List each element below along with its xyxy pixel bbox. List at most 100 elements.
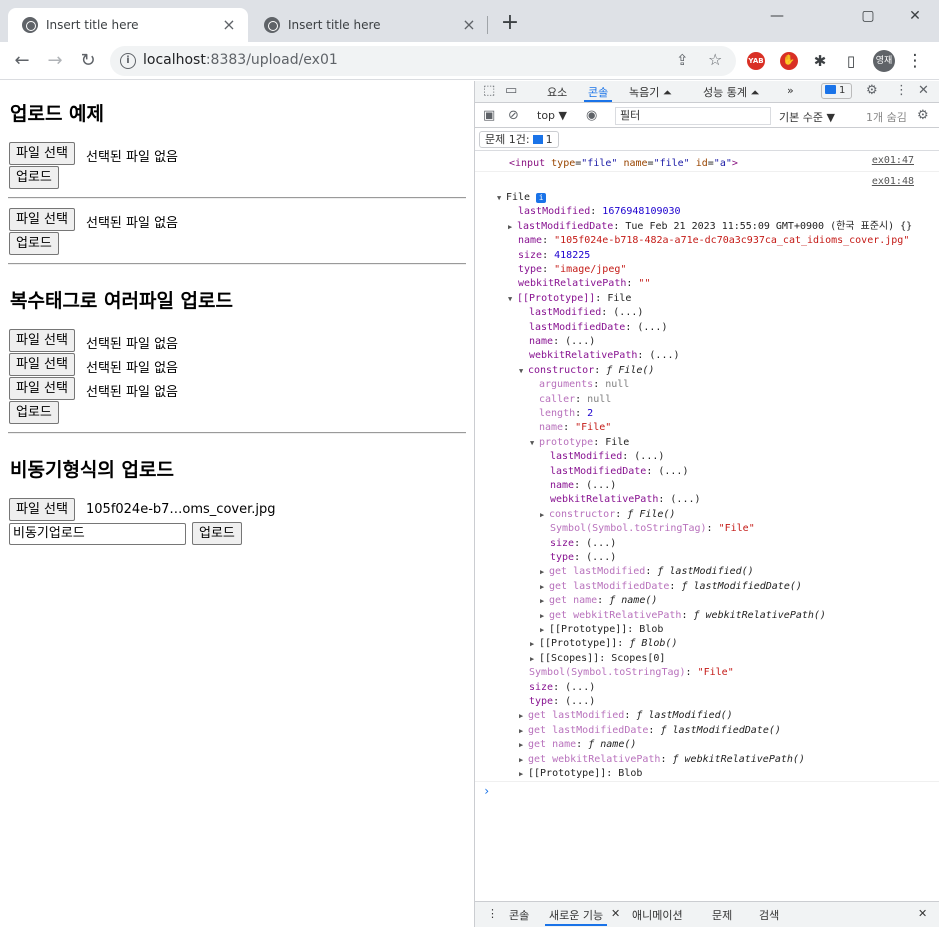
issues-badge-count: 1: [839, 85, 846, 96]
info-icon[interactable]: i: [120, 53, 136, 69]
drawer-menu-icon[interactable]: ⋮: [487, 907, 498, 920]
adblock-extension-icon[interactable]: ✋: [780, 52, 798, 70]
divider: [8, 197, 466, 199]
side-panel-icon[interactable]: ▯: [841, 51, 861, 71]
browser-toolbar: ← → ↻ i localhost:8383/upload/ex01 ⇪ ☆ Y…: [0, 42, 939, 80]
prop-row[interactable]: ▶ get name: ƒ name(): [519, 738, 636, 752]
file-select-button[interactable]: 파일 선택: [9, 353, 75, 376]
prop-row[interactable]: ▼ constructor: ƒ File(): [519, 364, 654, 378]
prop-row[interactable]: ▶ [[Prototype]]: ƒ Blob(): [530, 637, 677, 651]
prop-row: lastModified: (...): [529, 307, 644, 318]
profile-avatar[interactable]: 영재: [873, 50, 895, 72]
device-toolbar-icon[interactable]: ▭: [505, 83, 517, 98]
async-text-input[interactable]: 비동기업로드: [9, 523, 186, 545]
close-window-button[interactable]: ✕: [892, 4, 938, 28]
reload-button[interactable]: ↻: [76, 49, 100, 73]
close-devtools-icon[interactable]: ✕: [918, 83, 929, 98]
no-file-label: 선택된 파일 없음: [86, 385, 178, 400]
prop-row[interactable]: ▶ get lastModified: ƒ lastModified(): [519, 709, 733, 723]
clear-console-icon[interactable]: ⊘: [508, 108, 519, 123]
prop-row[interactable]: ▶ get lastModified: ƒ lastModified(): [540, 565, 754, 579]
console-object-file[interactable]: ▼ File i: [497, 191, 547, 205]
share-icon[interactable]: ⇪: [676, 51, 689, 69]
inspect-element-icon[interactable]: ⬚: [483, 83, 495, 98]
issues-badge[interactable]: 1: [821, 83, 852, 99]
prop-row[interactable]: ▶ [[Prototype]]: Blob: [519, 767, 642, 781]
settings-gear-icon[interactable]: ⚙: [866, 83, 878, 98]
file-select-button[interactable]: 파일 선택: [9, 329, 75, 352]
tab-recorder[interactable]: 녹음기 ⏶: [629, 84, 672, 100]
prop-row[interactable]: ▶ constructor: ƒ File(): [540, 508, 675, 522]
drawer-close-tab-icon[interactable]: ✕: [611, 907, 620, 920]
file-select-button[interactable]: 파일 선택: [9, 377, 75, 400]
upload-button[interactable]: 업로드: [9, 232, 59, 255]
tab-inactive[interactable]: Insert title here ×: [250, 8, 488, 42]
prop-row[interactable]: ▼ prototype: File: [530, 436, 629, 450]
context-selector[interactable]: top ▼: [537, 109, 567, 122]
prop-row[interactable]: ▶ get lastModifiedDate: ƒ lastModifiedDat…: [519, 724, 781, 738]
prop-row: arguments: null: [539, 379, 630, 390]
message-icon: [532, 135, 543, 144]
tab-active[interactable]: Insert title here ×: [8, 8, 248, 42]
console-prompt-icon[interactable]: ›: [483, 784, 490, 798]
close-drawer-icon[interactable]: ✕: [918, 907, 927, 920]
file-select-button[interactable]: 파일 선택: [9, 208, 75, 231]
upload-button[interactable]: 업로드: [9, 166, 59, 189]
no-file-label: 선택된 파일 없음: [86, 150, 178, 165]
url-host: localhost: [143, 52, 206, 68]
close-tab-icon[interactable]: ×: [460, 16, 478, 34]
restore-button[interactable]: ▢: [845, 4, 891, 28]
tab-elements[interactable]: 요소: [547, 84, 567, 100]
console-settings-icon[interactable]: ⚙: [917, 108, 929, 123]
extensions-puzzle-icon[interactable]: ✱: [810, 51, 830, 71]
drawer-tab-whats-new[interactable]: 새로운 기능: [544, 907, 608, 926]
yab-extension-icon[interactable]: YAB: [747, 52, 765, 70]
tab-console[interactable]: 콘솔: [583, 84, 613, 102]
prop-row[interactable]: ▶ [[Scopes]]: Scopes[0]: [530, 652, 665, 666]
issues-label: 문제 1건:: [485, 133, 530, 146]
console-log-input-element[interactable]: <input type="file" name="file" id="a">: [509, 157, 738, 170]
close-tab-icon[interactable]: ×: [220, 16, 238, 34]
minimize-button[interactable]: —: [754, 4, 800, 28]
drawer-tab-issues[interactable]: 문제: [712, 907, 732, 923]
prop-row[interactable]: ▶ [[Prototype]]: Blob: [540, 623, 663, 637]
drawer-tab-console[interactable]: 콘솔: [509, 907, 529, 923]
upload-button[interactable]: 업로드: [9, 401, 59, 424]
address-bar[interactable]: i localhost:8383/upload/ex01 ⇪ ☆: [110, 46, 736, 76]
drawer-tab-animations[interactable]: 애니메이션: [632, 907, 683, 923]
back-button[interactable]: ←: [10, 49, 34, 73]
log-levels-dropdown[interactable]: 기본 수준 ▼: [779, 109, 835, 125]
prop-row[interactable]: ▶ get lastModifiedDate: ƒ lastModifiedDat…: [540, 580, 802, 594]
browser-menu-icon[interactable]: ⋮: [905, 51, 925, 71]
new-tab-button[interactable]: +: [499, 12, 521, 34]
prop-row: type: (...): [550, 552, 617, 563]
prop-row[interactable]: ▼ [[Prototype]]: File: [508, 292, 631, 306]
prop-row[interactable]: ▶ get webkitRelativePath: ƒ webkitRelativ…: [519, 753, 805, 767]
prop-row[interactable]: ▶ lastModifiedDate: Tue Feb 21 2023 11:55…: [508, 220, 912, 234]
source-link[interactable]: ex01:47: [872, 155, 914, 166]
file-select-button[interactable]: 파일 선택: [9, 498, 75, 521]
prop-row: lastModifiedDate: (...): [529, 322, 668, 333]
async-upload-button[interactable]: 업로드: [192, 522, 242, 545]
sidebar-toggle-icon[interactable]: ▣: [483, 108, 495, 123]
tab-performance-insights[interactable]: 성능 통계 ⏶: [703, 84, 759, 100]
bookmark-star-icon[interactable]: ☆: [708, 50, 722, 69]
prop-row: type: "image/jpeg": [518, 264, 627, 275]
prop-row[interactable]: ▶ get name: ƒ name(): [540, 594, 657, 608]
url-text[interactable]: localhost:8383/upload/ex01: [143, 52, 338, 68]
forward-button[interactable]: →: [43, 49, 67, 73]
more-tabs-button[interactable]: »: [787, 84, 794, 97]
live-expression-eye-icon[interactable]: ◉: [586, 108, 597, 123]
prop-row: type: (...): [529, 696, 596, 707]
prop-row: Symbol(Symbol.toStringTag): "File": [529, 667, 734, 678]
section-heading-upload-example: 업로드 예제: [10, 103, 105, 125]
prop-row[interactable]: ▶ get webkitRelativePath: ƒ webkitRelativ…: [540, 609, 826, 623]
tab-title: Insert title here: [46, 18, 139, 32]
console-filter-input[interactable]: 필터: [615, 107, 771, 125]
tab-divider: [487, 16, 488, 34]
issues-button[interactable]: 문제 1건: 1: [479, 131, 559, 148]
source-link[interactable]: ex01:48: [872, 176, 914, 187]
devtools-menu-icon[interactable]: ⋮: [895, 83, 908, 98]
file-select-button[interactable]: 파일 선택: [9, 142, 75, 165]
drawer-tab-search[interactable]: 검색: [759, 907, 779, 923]
